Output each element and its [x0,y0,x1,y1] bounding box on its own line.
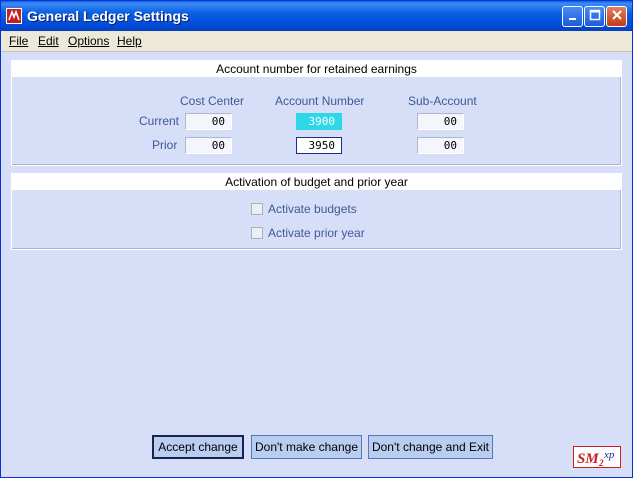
activate-budgets-label: Activate budgets [268,202,357,216]
app-icon[interactable] [6,8,22,24]
menu-edit[interactable]: Edit [38,34,59,48]
main-window: General Ledger Settings File Edit Option… [0,0,633,478]
menu-help[interactable]: Help [117,34,142,48]
dont-change-and-exit-button[interactable]: Don't change and Exit [368,435,493,459]
menu-options[interactable]: Options [68,34,109,48]
close-icon [611,10,622,20]
col-cost-center: Cost Center [180,94,245,108]
minimize-icon [568,18,576,20]
maximize-button[interactable] [584,6,605,27]
menu-file-label: File [9,34,29,48]
activate-budgets-checkbox[interactable] [251,203,263,215]
window-title: General Ledger Settings [27,8,189,24]
prior-sub-account-field[interactable]: 00 [417,137,464,154]
retained-earnings-panel: Account number for retained earnings Cos… [11,60,622,166]
minimize-button[interactable] [562,6,583,27]
title-bar[interactable]: General Ledger Settings [1,1,632,31]
col-account-number: Account Number [275,94,365,108]
prior-account-number-field[interactable]: 3950 [296,137,342,154]
activate-prior-year-checkbox[interactable] [251,227,263,239]
menu-bar: File Edit Options Help [1,31,632,52]
menu-options-label: Options [68,34,110,48]
dont-make-change-button[interactable]: Don't make change [251,435,362,459]
menu-help-label: Help [117,34,142,48]
col-sub-account: Sub-Account [408,94,477,108]
accept-change-button[interactable]: Accept change [152,435,244,459]
row-label-prior: Prior [152,138,178,152]
maximize-icon [589,9,600,21]
close-button[interactable] [606,6,627,27]
current-cost-center-field[interactable]: 00 [185,113,232,130]
svg-text:xp: xp [603,449,615,461]
prior-cost-center-field[interactable]: 00 [185,137,232,154]
activation-panel: Activation of budget and prior year Acti… [11,173,622,250]
current-sub-account-field[interactable]: 00 [417,113,464,130]
activation-heading: Activation of budget and prior year [12,174,621,190]
row-label-current: Current [139,114,180,128]
svg-text:SM: SM [577,451,599,467]
current-account-number-field[interactable]: 3900 [296,113,342,130]
activate-prior-year-label: Activate prior year [268,226,365,240]
sm2xp-logo: SM 2 xp [573,446,621,468]
menu-edit-label: Edit [38,34,59,48]
menu-file[interactable]: File [9,34,28,48]
retained-earnings-heading: Account number for retained earnings [12,61,621,77]
